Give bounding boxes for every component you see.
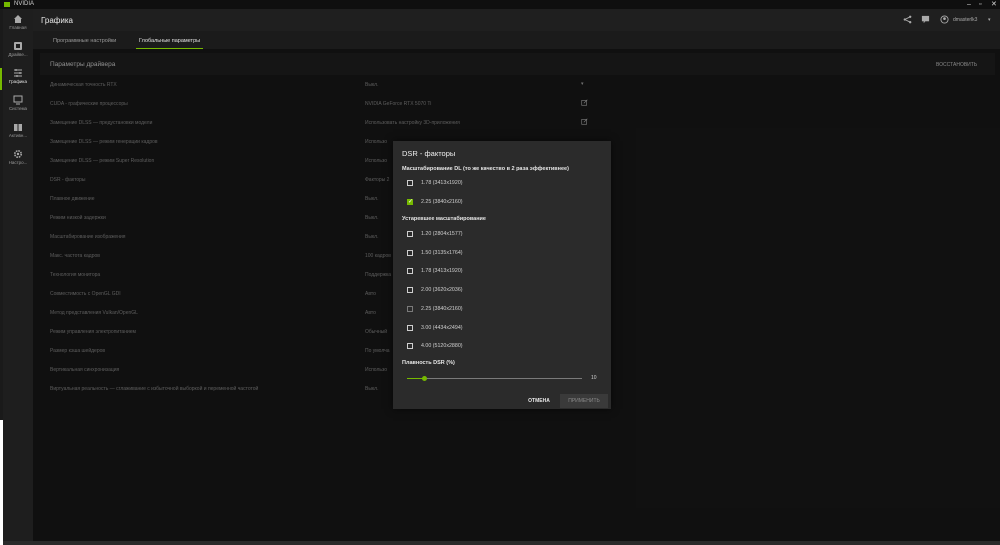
sidebar-item-label: Активн... xyxy=(8,133,28,138)
dsr-option[interactable]: 3.00 (4434x2494) xyxy=(407,324,597,334)
option-label: 1.20 (2804x1577) xyxy=(421,231,463,237)
home-icon xyxy=(14,15,22,23)
smoothness-label: Плавность DSR (%) xyxy=(402,360,455,366)
checkbox[interactable] xyxy=(407,343,413,350)
gear-icon xyxy=(13,149,23,159)
checkbox[interactable] xyxy=(407,268,413,275)
tab-global-settings[interactable]: Глобальные параметры xyxy=(135,38,204,49)
title-bar: NVIDIA – ▫ ✕ xyxy=(0,0,1000,9)
apply-button[interactable]: ПРИМЕНИТЬ xyxy=(560,394,608,408)
dsr-option[interactable]: 1.78 (3413x1920) xyxy=(407,267,597,277)
background-strip xyxy=(0,420,3,545)
checkbox[interactable] xyxy=(407,324,413,331)
monitor-icon xyxy=(13,95,23,105)
slider-handle[interactable] xyxy=(422,376,427,381)
gift-icon xyxy=(14,124,22,131)
sidebar-item-graphics[interactable]: Графика xyxy=(0,66,33,92)
option-label: 1.78 (3413x1920) xyxy=(421,180,463,186)
tab-program-settings[interactable]: Программные настройки xyxy=(53,38,116,44)
cancel-button[interactable]: ОТМЕНА xyxy=(521,394,557,408)
option-label: 3.00 (4434x2494) xyxy=(421,324,463,331)
sidebar-item-home[interactable]: Главная xyxy=(3,12,33,38)
dialog-title: DSR - факторы xyxy=(402,149,456,158)
sidebar-item-label: Система xyxy=(8,106,28,111)
minimize-button[interactable]: – xyxy=(967,0,971,9)
checkbox[interactable] xyxy=(407,198,413,206)
dsr-option[interactable]: 2.00 (3620x2036) xyxy=(407,286,597,296)
dsr-option[interactable]: 1.20 (2804x1577) xyxy=(407,230,597,240)
tabs-bar: Программные настройки Глобальные парамет… xyxy=(33,31,1000,49)
checkbox[interactable] xyxy=(407,287,413,294)
sidebar-item-label: Графика xyxy=(9,79,27,84)
dsr-option[interactable]: 1.78 (3413x1920) xyxy=(407,179,597,189)
sidebar-item-label: Драйве... xyxy=(8,52,28,57)
sliders-icon xyxy=(14,69,22,77)
option-label: 1.78 (3413x1920) xyxy=(421,268,463,275)
maximize-button[interactable]: ▫ xyxy=(979,0,981,9)
checkbox[interactable] xyxy=(407,180,413,186)
option-label: 2.25 (3840x2160) xyxy=(421,199,463,205)
sidebar: Главная Драйве... Графика Система Активн… xyxy=(0,9,33,545)
sidebar-item-activity[interactable]: Активн... xyxy=(3,120,33,146)
dsr-option[interactable]: 1.50 (3135x1764) xyxy=(407,249,597,259)
bottom-scrollbar[interactable] xyxy=(3,541,1000,545)
dsr-option[interactable]: 4.00 (5120x2880) xyxy=(407,342,597,352)
sidebar-item-settings[interactable]: Настро... xyxy=(3,147,33,173)
option-label: 2.25 (3840x2160) xyxy=(421,305,463,312)
sidebar-item-label: Настро... xyxy=(8,160,28,165)
share-icon[interactable] xyxy=(903,15,912,24)
notifications-icon[interactable] xyxy=(921,15,930,24)
legacy-scaling-heading: Устаревшее масштабирование xyxy=(402,216,486,222)
header: Графика dmasterlk3 ▾ xyxy=(33,9,1000,31)
app-title: NVIDIA xyxy=(14,1,35,7)
option-label: 4.00 (5120x2880) xyxy=(421,343,463,350)
dsr-option[interactable]: 2.25 (3840x2160) xyxy=(407,305,597,315)
checkbox[interactable] xyxy=(407,249,413,256)
close-button[interactable]: ✕ xyxy=(991,0,997,9)
checkbox[interactable] xyxy=(407,305,413,312)
dsr-option[interactable]: 2.25 (3840x2160) xyxy=(407,198,597,208)
nvidia-logo-icon xyxy=(4,2,10,7)
driver-icon xyxy=(14,42,22,50)
sidebar-item-drivers[interactable]: Драйве... xyxy=(3,39,33,65)
smoothness-slider[interactable] xyxy=(407,376,582,381)
sidebar-item-label: Главная xyxy=(9,25,27,30)
sidebar-item-system[interactable]: Система xyxy=(3,93,33,119)
dl-scaling-heading: Масштабирование DL (то же качество в 2 р… xyxy=(402,166,569,172)
checkbox[interactable] xyxy=(407,231,413,237)
dsr-factors-dialog: DSR - факторы Масштабирование DL (то же … xyxy=(393,141,611,409)
smoothness-value: 10 xyxy=(591,375,597,381)
page-title: Графика xyxy=(41,16,73,25)
avatar[interactable] xyxy=(940,15,949,24)
chevron-down-icon[interactable]: ▾ xyxy=(988,17,997,26)
user-name[interactable]: dmasterlk3 xyxy=(953,17,977,23)
option-label: 2.00 (3620x2036) xyxy=(421,287,463,294)
option-label: 1.50 (3135x1764) xyxy=(421,249,463,256)
